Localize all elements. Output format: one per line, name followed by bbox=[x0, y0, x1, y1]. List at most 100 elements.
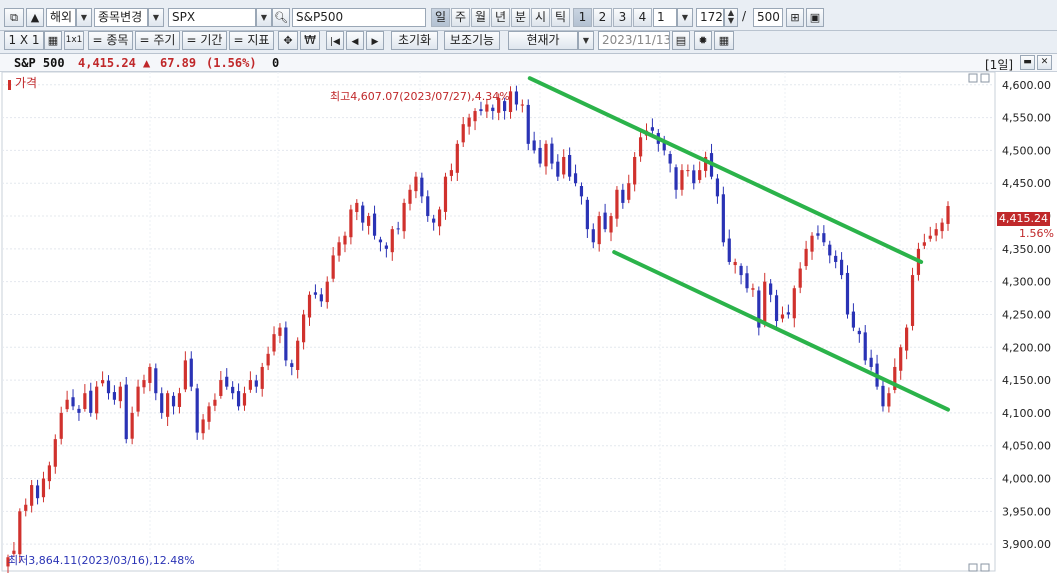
candle-body bbox=[53, 439, 57, 467]
calendar-icon[interactable]: ▤ bbox=[672, 31, 690, 50]
market-select[interactable]: 해외 bbox=[46, 8, 76, 27]
minimize-icon[interactable]: ▬ bbox=[1020, 55, 1035, 70]
y-tick-label: 4,100.00 bbox=[1002, 407, 1051, 420]
candle-body bbox=[804, 248, 808, 267]
grid-icon[interactable]: ▦ bbox=[44, 31, 62, 50]
candle-body bbox=[301, 314, 306, 343]
candle-body bbox=[591, 229, 595, 243]
y-tick-label: 3,900.00 bbox=[1002, 538, 1051, 551]
candle-body bbox=[77, 408, 81, 413]
scroll-right-icon[interactable]: ▶ bbox=[366, 31, 384, 50]
candle-body bbox=[834, 255, 838, 262]
tab-num-2[interactable]: 2 bbox=[593, 8, 612, 27]
market-dropdown-icon[interactable]: ▼ bbox=[76, 8, 92, 27]
tab-week[interactable]: 주 bbox=[451, 8, 470, 27]
reset-button[interactable]: 초기화 bbox=[391, 31, 438, 50]
tab-hour[interactable]: 시 bbox=[531, 8, 550, 27]
aux-function-button[interactable]: 보조기능 bbox=[444, 31, 500, 50]
volume-value: 0 bbox=[272, 56, 280, 70]
interval-input[interactable]: 1 bbox=[653, 8, 677, 27]
candle-body bbox=[698, 170, 702, 180]
candle-body bbox=[213, 399, 217, 406]
candle-body bbox=[272, 334, 276, 352]
candle-body bbox=[284, 327, 288, 361]
candle-body bbox=[367, 216, 371, 226]
candle-body bbox=[638, 137, 643, 157]
scroll-left-icon[interactable]: ◀ bbox=[346, 31, 364, 50]
candle-body bbox=[769, 283, 773, 295]
tab-month[interactable]: 월 bbox=[471, 8, 490, 27]
candle-body bbox=[148, 366, 152, 383]
candle-body bbox=[928, 235, 932, 239]
price-chart[interactable]: 3,900.00 3,950.00 4,000.00 4,050.00 4,100.00… bbox=[0, 71, 1057, 576]
candle-body bbox=[934, 229, 938, 236]
candle-body bbox=[615, 189, 619, 219]
tab-minute[interactable]: 분 bbox=[511, 8, 530, 27]
tab-num-4[interactable]: 4 bbox=[633, 8, 652, 27]
candle-body bbox=[236, 391, 241, 407]
y-tick-label: 4,450.00 bbox=[1002, 177, 1051, 190]
candle-body bbox=[556, 161, 560, 177]
tab-num-3[interactable]: 3 bbox=[613, 8, 632, 27]
candle-body bbox=[65, 399, 69, 410]
candle-body bbox=[922, 242, 926, 246]
save-icon[interactable]: ▣ bbox=[806, 8, 824, 27]
interval-dropdown-icon[interactable]: ▼ bbox=[677, 8, 693, 27]
candle-body bbox=[828, 244, 832, 256]
candle-body bbox=[633, 156, 637, 185]
candle-body bbox=[30, 485, 34, 506]
candle-body bbox=[526, 104, 530, 144]
indicator-button[interactable]: = 지표 bbox=[229, 31, 274, 50]
gear-icon[interactable]: ✹ bbox=[694, 31, 712, 50]
symbol-button[interactable]: = 종목 bbox=[88, 31, 133, 50]
add-window-icon[interactable]: ⊞ bbox=[786, 8, 804, 27]
scroll-first-icon[interactable]: |◀ bbox=[326, 31, 344, 50]
table-icon[interactable]: ▦ bbox=[714, 31, 734, 50]
change-symbol-dropdown-icon[interactable]: ▼ bbox=[148, 8, 164, 27]
price-mode-select[interactable]: 현재가 bbox=[508, 31, 578, 50]
tab-tick[interactable]: 틱 bbox=[551, 8, 570, 27]
range-button[interactable]: = 기간 bbox=[182, 31, 227, 50]
candle-body bbox=[461, 124, 465, 143]
date-input[interactable]: 2023/11/13 bbox=[598, 31, 670, 50]
candle-body bbox=[479, 109, 483, 112]
tab-day[interactable]: 일 bbox=[431, 8, 450, 27]
up-icon[interactable]: ▲ bbox=[26, 8, 44, 27]
chart-svg[interactable]: 3,900.00 3,950.00 4,000.00 4,050.00 4,100.00… bbox=[0, 71, 1057, 576]
symbol-input[interactable]: SPX bbox=[168, 8, 256, 27]
layout-1x1-button[interactable]: 1x1 bbox=[64, 31, 84, 50]
count-spinner-icon[interactable]: ▲ ▼ bbox=[724, 8, 738, 27]
candle-body bbox=[568, 154, 572, 177]
candle-body bbox=[449, 170, 453, 176]
candle-body bbox=[857, 330, 861, 335]
move-icon[interactable]: ✥ bbox=[278, 31, 298, 50]
candle-body bbox=[307, 294, 312, 318]
change-symbol-select[interactable]: 종목변경 bbox=[94, 8, 148, 27]
search-icon[interactable]: 🔍︎ bbox=[272, 8, 290, 27]
currency-button[interactable]: ₩ bbox=[300, 31, 320, 50]
candle-body bbox=[100, 380, 105, 384]
legend-label: 가격 bbox=[15, 76, 37, 90]
candle-body bbox=[106, 380, 111, 394]
link-icon[interactable]: ⧉ bbox=[4, 8, 24, 27]
candle-body bbox=[260, 366, 264, 389]
period-button[interactable]: = 주기 bbox=[135, 31, 180, 50]
candle-body bbox=[177, 393, 182, 407]
tab-year[interactable]: 년 bbox=[491, 8, 510, 27]
price-mode-dropdown-icon[interactable]: ▼ bbox=[578, 31, 594, 50]
candle-body bbox=[845, 272, 850, 315]
tab-num-1[interactable]: 1 bbox=[573, 8, 592, 27]
candle-body bbox=[396, 228, 400, 230]
candle-body bbox=[195, 388, 199, 433]
candle-body bbox=[355, 202, 359, 213]
candle-body bbox=[408, 189, 412, 204]
candle-body bbox=[420, 177, 424, 197]
candle-body bbox=[35, 485, 40, 499]
close-icon[interactable]: ✕ bbox=[1037, 55, 1052, 70]
layout-button[interactable]: 1 X 1 bbox=[4, 31, 44, 50]
candle-body bbox=[183, 360, 187, 390]
count-input[interactable]: 172 bbox=[696, 8, 724, 27]
candle-body bbox=[839, 259, 844, 276]
candle-body bbox=[242, 393, 247, 406]
symbol-dropdown-icon[interactable]: ▼ bbox=[256, 8, 272, 27]
